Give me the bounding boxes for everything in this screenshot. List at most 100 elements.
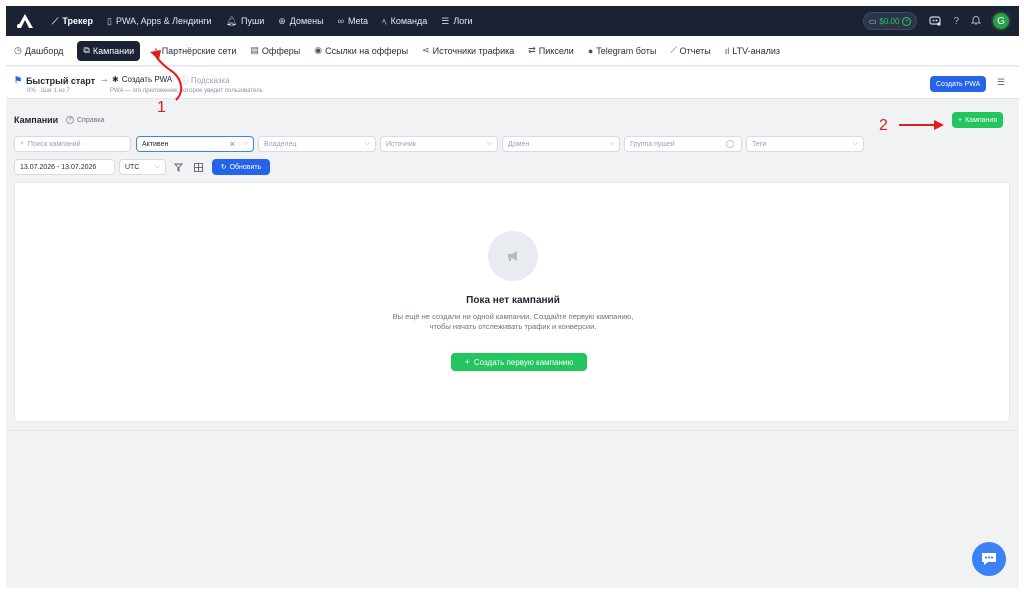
quick-start-progress: 0% · Шаг 1 из 7: [27, 88, 70, 94]
create-pwa-button[interactable]: Создать PWA: [930, 76, 987, 92]
chevron-down-icon: ⌵: [154, 163, 160, 170]
topnav-item-push[interactable]: 🔔︎ Пуши: [226, 16, 265, 27]
quick-start-hint[interactable]: ⓘ Подсказка: [180, 75, 230, 86]
chevron-down-icon: ⌵: [486, 140, 492, 147]
chevron-down-icon: ⌵: [364, 140, 370, 147]
search-placeholder: Поиск кампаний: [27, 140, 81, 148]
chat-widget-button[interactable]: [972, 542, 1006, 576]
subnav-item-partners[interactable]: ﾍ Партнёрские сети: [154, 44, 236, 57]
tags-select[interactable]: Теги ⌵: [746, 136, 864, 152]
subnav-item-dashboard[interactable]: ◷ Дашборд: [14, 45, 63, 56]
subnav-label: Ссылки на офферы: [325, 45, 409, 56]
source-placeholder: Источник: [386, 140, 416, 148]
app-frame: ⟋ Трекер ▯ PWA, Apps & Лендинги 🔔︎ Пуши ⊕ До…: [6, 6, 1019, 588]
date-range-picker[interactable]: 13.07.2026 - 13.07.2026: [14, 159, 115, 175]
subnav-item-offers[interactable]: ▤ Офферы: [250, 45, 300, 56]
menu-icon[interactable]: ☰: [997, 77, 1005, 88]
sub-nav: ◷ Дашборд ⧉ Кампании ﾍ Партнёрские сети ▤ Оф…: [6, 36, 1019, 66]
help-icon[interactable]: ?: [953, 16, 959, 27]
subnav-label: Кампании: [92, 45, 135, 56]
timezone-value: UTC: [125, 163, 140, 171]
meta-icon: ∞: [337, 16, 345, 26]
quick-start-title[interactable]: ⚑ Быстрый старт: [14, 75, 95, 86]
help-link[interactable]: ? Справка: [66, 116, 104, 124]
add-funds-icon[interactable]: +: [902, 16, 912, 26]
subnav-label: Telegram боты: [596, 45, 657, 56]
subnav-item-offer-links[interactable]: ◉ Ссылки на офферы: [314, 45, 408, 56]
filter-icon[interactable]: [170, 159, 186, 175]
top-right-controls: ▭ $0.00 + ? G: [862, 11, 1011, 31]
empty-state-title: Пока нет кампаний: [466, 295, 560, 306]
subnav-label: Партнёрские сети: [161, 45, 237, 56]
owner-placeholder: Владелец: [264, 140, 297, 148]
subnav-item-traffic-sources[interactable]: ⋖ Источники трафика: [422, 45, 514, 56]
subnav-item-reports[interactable]: ⟋ Отчеты: [670, 45, 710, 56]
quick-start-title-text: Быстрый старт: [26, 75, 96, 86]
chevron-down-icon: ⌵: [852, 140, 858, 147]
create-first-campaign-label: Создать первую кампанию: [473, 357, 574, 367]
plus-icon: +: [958, 116, 963, 124]
annotation-number-1: 1: [157, 99, 166, 116]
status-select[interactable]: Активен × ⌵: [136, 136, 254, 152]
push-group-select[interactable]: Группа пушей: [624, 136, 742, 152]
topnav-item-tracker[interactable]: ⟋ Трекер: [52, 16, 93, 27]
source-select[interactable]: Источник ⌵: [380, 136, 498, 152]
top-nav: ⟋ Трекер ▯ PWA, Apps & Лендинги 🔔︎ Пуши ⊕ До…: [6, 6, 1019, 36]
subnav-item-telegram[interactable]: ● Telegram боты: [588, 46, 657, 56]
topnav-item-pwa[interactable]: ▯ PWA, Apps & Лендинги: [107, 16, 212, 27]
tags-placeholder: Теги: [752, 140, 767, 148]
edit-icon: ⧉: [83, 45, 90, 55]
chart-line-icon: ⟋: [52, 15, 59, 26]
globe-icon: ⊕: [278, 15, 286, 26]
subnav-label: Источники трафика: [432, 45, 515, 56]
partners-icon: ﾍ: [154, 46, 159, 56]
quick-start-step-label: Создать PWA: [121, 75, 173, 84]
question-icon: ?: [66, 116, 74, 124]
quick-start-description: PWA — это приложение, которое увидит пол…: [110, 88, 263, 94]
bar-chart-icon: ıl: [724, 45, 730, 56]
offers-icon: ▤: [250, 45, 259, 55]
loading-spinner-icon: [726, 140, 734, 148]
team-icon: ﾍ: [382, 16, 387, 27]
topnav-label: Трекер: [62, 16, 93, 26]
balance-badge[interactable]: ▭ $0.00 +: [862, 12, 918, 30]
topnav-item-logs[interactable]: ☰ Логи: [441, 16, 472, 27]
android-icon: ✱: [112, 75, 119, 84]
subnav-item-pixels[interactable]: ⇄ Пиксели: [528, 45, 574, 56]
quick-start-step[interactable]: ✱ Создать PWA: [112, 75, 172, 84]
owner-select[interactable]: Владелец ⌵: [258, 136, 376, 152]
subnav-label: Пиксели: [538, 45, 574, 56]
subnav-item-campaigns[interactable]: ⧉ Кампании: [77, 40, 141, 61]
arrow-right-icon: →: [99, 74, 109, 85]
columns-grid-icon[interactable]: [190, 159, 206, 175]
telegram-icon: ●: [587, 45, 594, 56]
wallet-icon: ▭: [868, 16, 877, 26]
list-icon: ☰: [441, 15, 450, 26]
topnav-label: PWA, Apps & Лендинги: [115, 16, 212, 26]
dashboard-icon: ◷: [14, 45, 22, 55]
help-circle-icon: ⓘ: [180, 76, 188, 85]
refresh-button[interactable]: ↻ Обновить: [212, 159, 270, 175]
search-input[interactable]: ⌕ Поиск кампаний: [14, 136, 131, 152]
notifications-bell-icon[interactable]: [970, 15, 982, 28]
robot-icon[interactable]: [929, 14, 942, 29]
report-icon: ⟋: [670, 45, 677, 55]
topnav-item-domains[interactable]: ⊕ Домены: [278, 16, 323, 27]
domain-select[interactable]: Домен ⌵: [502, 136, 620, 152]
topnav-item-meta[interactable]: ∞ Meta: [338, 16, 368, 26]
balance-value: $0.00: [879, 16, 900, 26]
refresh-icon: ↻: [220, 164, 227, 171]
avatar[interactable]: G: [991, 11, 1011, 31]
create-first-campaign-button[interactable]: + Создать первую кампанию: [451, 353, 587, 371]
timezone-select[interactable]: UTC ⌵: [119, 159, 166, 175]
subnav-label: Офферы: [261, 45, 301, 56]
subnav-item-ltv[interactable]: ıl LTV-анализ: [725, 46, 780, 56]
add-campaign-button[interactable]: + Кампания: [952, 112, 1004, 128]
topnav-item-team[interactable]: ﾍ Команда: [382, 15, 427, 28]
topnav-label: Пуши: [241, 16, 265, 26]
chevron-down-icon: ⌵: [242, 140, 248, 147]
subnav-label: Дашборд: [24, 45, 64, 56]
clear-icon[interactable]: ×: [230, 139, 235, 149]
search-icon: ⌕: [20, 140, 24, 147]
logo[interactable]: [12, 6, 38, 36]
